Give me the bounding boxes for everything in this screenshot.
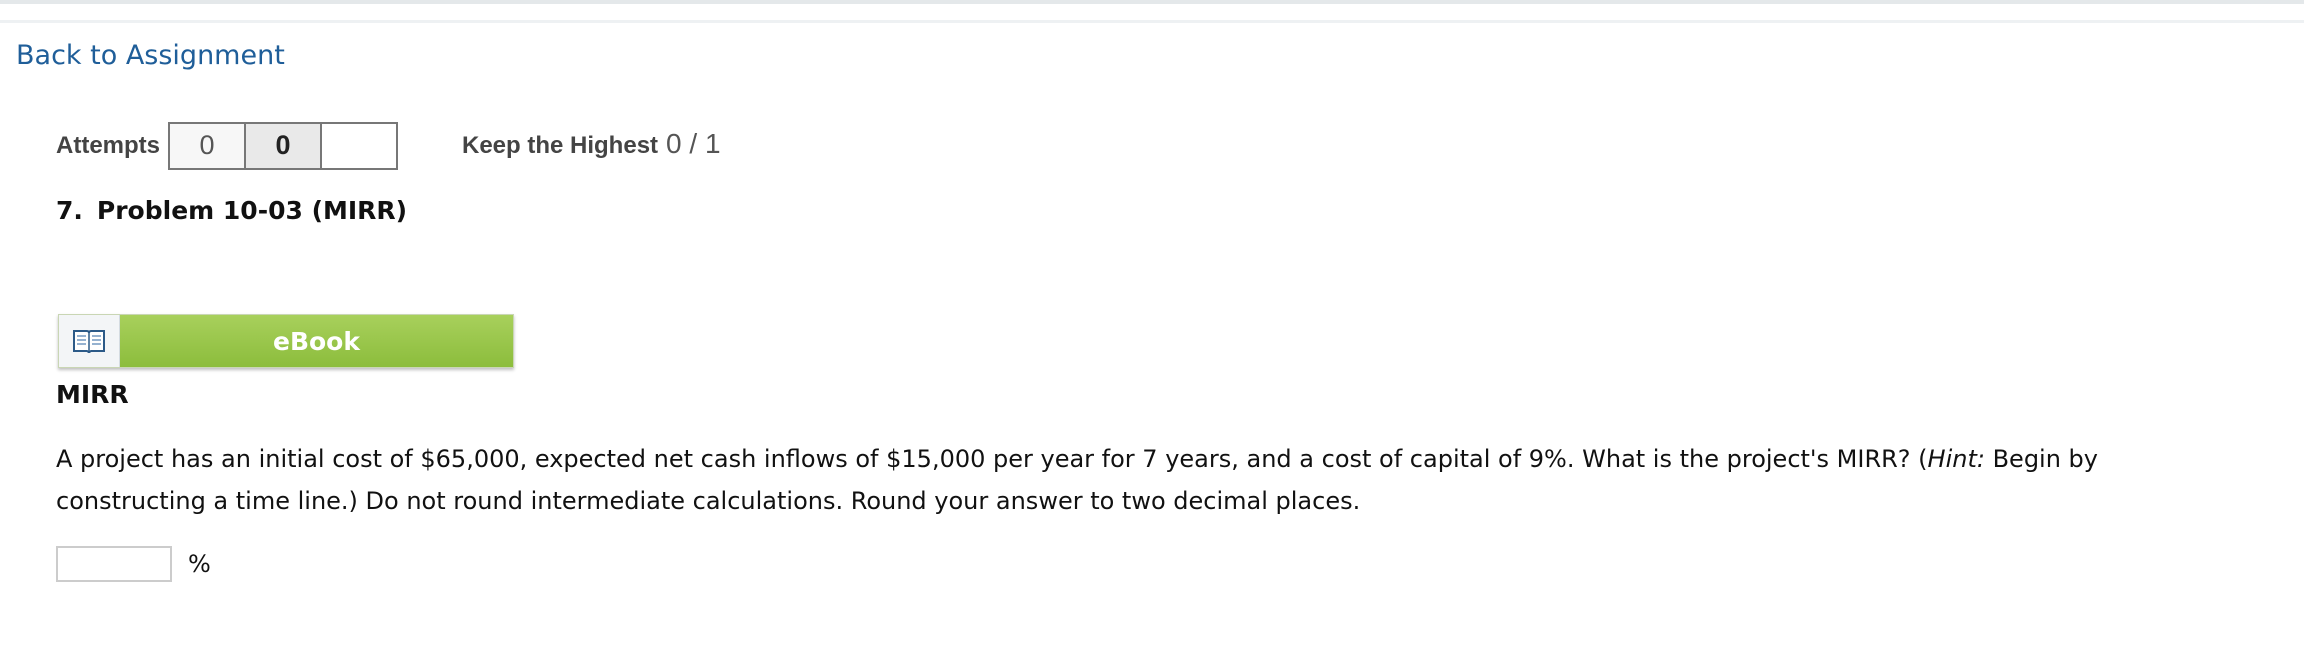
answer-unit: % — [188, 550, 211, 578]
top-border — [0, 0, 2304, 4]
problem-title: 7. Problem 10-03 (MIRR) — [56, 196, 407, 225]
attempts-current: 0 — [244, 121, 323, 170]
question-part-1: A project has an initial cost of $65,000… — [56, 445, 1928, 473]
answer-input[interactable] — [56, 546, 172, 582]
score-value: 0 / 1 — [666, 128, 721, 159]
open-book-icon — [73, 330, 105, 354]
header-divider — [0, 20, 2304, 23]
problem-name: Problem 10-03 (MIRR) — [96, 196, 408, 225]
question-text: A project has an initial cost of $65,000… — [56, 438, 2236, 522]
scoring-policy-label: Keep the Highest — [462, 132, 659, 159]
ebook-label: eBook — [120, 315, 513, 367]
ebook-button[interactable]: eBook — [58, 314, 514, 368]
hint-label: Hint: — [1927, 445, 1985, 473]
attempts-used: 0 — [168, 121, 247, 170]
problem-number: 7. — [56, 196, 83, 225]
attempts-remaining — [320, 121, 399, 170]
section-heading: MIRR — [56, 380, 129, 409]
back-to-assignment-link[interactable]: Back to Assignment — [16, 40, 285, 71]
answer-row: % — [56, 546, 211, 582]
scoring-policy: Keep the Highest 0 / 1 — [462, 128, 721, 160]
attempts-group: Attempts 0 0 — [56, 121, 399, 170]
attempts-label: Attempts — [56, 131, 161, 159]
ebook-icon-container — [59, 315, 120, 367]
